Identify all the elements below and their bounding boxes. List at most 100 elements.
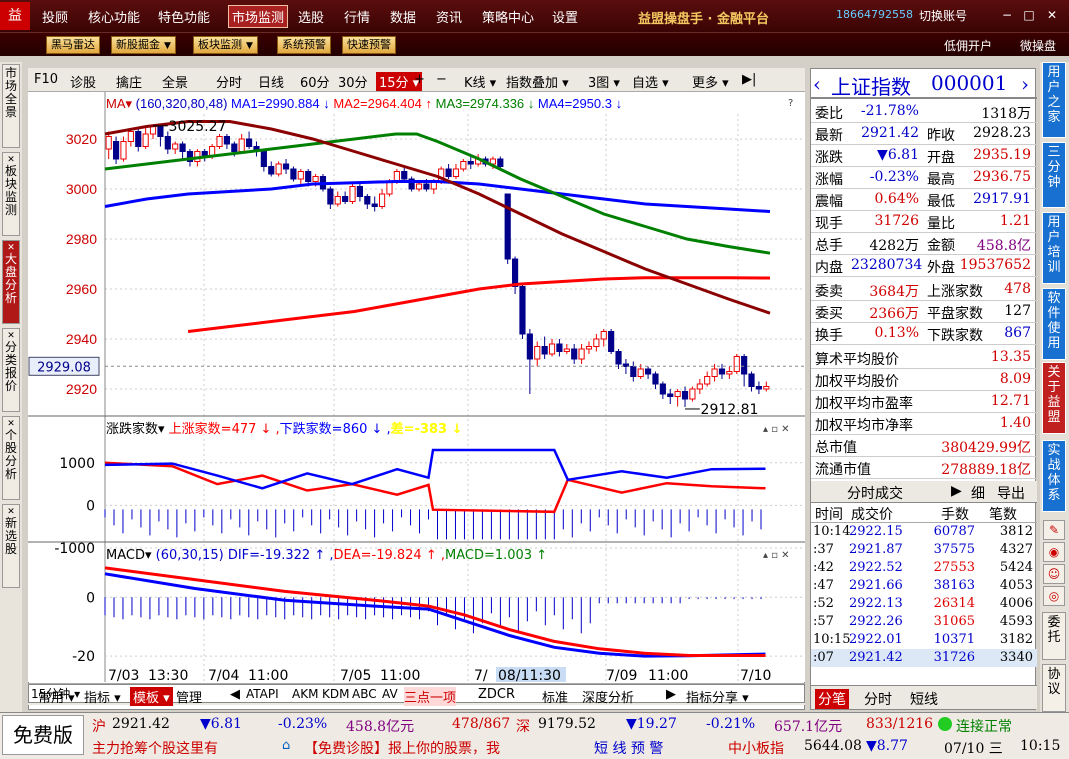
indicator-tab-highlight[interactable]: 三点一项: [404, 687, 457, 706]
chevron-left-icon[interactable]: ‹: [813, 72, 821, 96]
indicator-menu[interactable]: 模板 ▾: [130, 687, 173, 706]
feature-button[interactable]: 新股掘金 ▼: [111, 36, 176, 54]
panel-control-icons[interactable]: ▴ ▫ ✕: [763, 550, 790, 561]
layout-dropdown[interactable]: 3图 ▾: [588, 72, 620, 91]
chart-tool-button[interactable]: 全景: [162, 72, 188, 91]
quote-bottom-tab[interactable]: 短线: [907, 689, 941, 709]
menu-item[interactable]: 资讯: [436, 7, 462, 26]
feature-button[interactable]: 系统预警: [277, 36, 331, 54]
panel-control-icons[interactable]: ▴ ▫ ✕: [763, 424, 790, 435]
trade-row[interactable]: 10:14 2922.15 60787 3812: [811, 523, 1037, 541]
menu-item[interactable]: 核心功能: [88, 7, 140, 26]
side-promo-tab[interactable]: 用 户 之 家: [1042, 62, 1066, 138]
indicator-tab[interactable]: AKM: [292, 687, 318, 701]
short-warning-button[interactable]: 短 线 预 警: [594, 738, 663, 758]
menu-item[interactable]: 数据: [390, 7, 416, 26]
zoom-in-button[interactable]: +: [414, 72, 425, 87]
minimize-icon[interactable]: −: [1000, 8, 1014, 22]
quote-bottom-tab[interactable]: 分时: [861, 689, 895, 709]
macd-legend-name[interactable]: MACD▾: [106, 548, 156, 563]
indicator-tab[interactable]: 标准: [542, 687, 568, 706]
trade-row[interactable]: :47 2921.66 38163 4053: [811, 577, 1037, 595]
help-icon[interactable]: ?: [788, 98, 793, 109]
feature-button[interactable]: 快速预警: [342, 36, 396, 54]
kline-chart[interactable]: MA▾ (160,320,80,48) MA1=2990.884 ↓ MA2=2…: [28, 92, 805, 682]
overlay-dropdown[interactable]: 指数叠加 ▾: [506, 72, 569, 91]
user-icon[interactable]: ☺: [1043, 564, 1065, 584]
indicator-tab[interactable]: ABC: [352, 687, 377, 701]
more-dropdown[interactable]: 更多 ▾: [692, 72, 729, 91]
side-promo-tab[interactable]: 用 户 培 训: [1042, 212, 1066, 284]
trade-row[interactable]: :07 2921.42 31726 3340: [811, 649, 1037, 667]
indicator-menu[interactable]: 管理: [176, 687, 202, 706]
menu-item[interactable]: 策略中心: [482, 7, 534, 26]
period-button[interactable]: 分时: [216, 72, 242, 91]
micro-trade-link[interactable]: 微操盘: [1020, 37, 1056, 54]
ma-legend-name[interactable]: MA▾: [106, 96, 136, 111]
left-tab[interactable]: ✕ 分 类 报 价: [2, 328, 20, 412]
left-tab[interactable]: ✕ 板 块 监 测: [2, 152, 20, 236]
trade-volume: 10371: [933, 632, 975, 647]
menu-item[interactable]: 行情: [344, 7, 370, 26]
custom-dropdown[interactable]: 自选 ▾: [632, 72, 669, 91]
gear-icon[interactable]: ✎: [1043, 520, 1065, 540]
export-button[interactable]: 导出: [997, 483, 1025, 503]
trade-row[interactable]: :57 2922.26 31065 4593: [811, 613, 1037, 631]
feature-button[interactable]: 黑马雷达: [46, 36, 100, 54]
side-promo-tab[interactable]: 软 件 使 用: [1042, 288, 1066, 360]
trade-row[interactable]: 10:15 2922.01 10371 3182: [811, 631, 1037, 649]
period-button[interactable]: 30分: [338, 72, 368, 91]
marquee-text[interactable]: 主力抢筹个股这里有: [92, 738, 218, 758]
camera-icon[interactable]: ◎: [1043, 586, 1065, 606]
indicator-tab[interactable]: KDM: [322, 687, 349, 701]
indicator-tab[interactable]: ZDCR: [478, 687, 515, 702]
indicator-share-button[interactable]: 指标分享 ▾: [686, 687, 749, 706]
left-tab[interactable]: ✕ 大 盘 分 析: [2, 240, 20, 324]
side-action-tab[interactable]: 协 议: [1042, 664, 1066, 712]
indicator-menu[interactable]: 指标 ▾: [84, 687, 121, 706]
indicator-tab[interactable]: 深度分析: [582, 687, 634, 706]
menu-item[interactable]: 设置: [552, 7, 578, 26]
marquee-text[interactable]: 【免费诊股】报上你的股票，我: [304, 738, 500, 758]
close-icon[interactable]: ✕: [1045, 8, 1059, 22]
menu-item[interactable]: 特色功能: [158, 7, 210, 26]
quote-bottom-tab[interactable]: 分笔: [815, 689, 849, 709]
detail-button[interactable]: 细: [971, 483, 985, 503]
maximize-icon[interactable]: □: [1022, 8, 1036, 22]
side-promo-tab[interactable]: 实 战 体 系: [1042, 440, 1066, 512]
record-icon[interactable]: ◉: [1043, 542, 1065, 562]
chart-tool-button[interactable]: 诊股: [70, 72, 96, 91]
chevron-right-icon[interactable]: ▶: [666, 687, 676, 702]
left-tab[interactable]: ✕ 新 选 股: [2, 504, 20, 588]
switch-account-link[interactable]: 切换账号: [919, 7, 967, 24]
play-icon[interactable]: ▶: [951, 483, 962, 499]
low-commission-open-link[interactable]: 低佣开户: [944, 37, 992, 54]
kline-dropdown[interactable]: K线 ▾: [464, 72, 496, 91]
chevron-left-icon[interactable]: ◀: [230, 687, 240, 702]
trade-title[interactable]: 分时成交: [847, 483, 903, 503]
left-tab[interactable]: ✕ 个 股 分 析: [2, 416, 20, 500]
adv-legend-name[interactable]: 涨跌家数▾: [106, 421, 169, 437]
trade-row[interactable]: :42 2922.52 27553 5424: [811, 559, 1037, 577]
indicator-tab[interactable]: ATAPI: [246, 687, 279, 701]
menu-item[interactable]: 选股: [298, 7, 324, 26]
indicator-tab[interactable]: AV: [382, 687, 398, 701]
f10-button[interactable]: F10: [34, 72, 58, 87]
trade-row[interactable]: :37 2921.87 37575 4327: [811, 541, 1037, 559]
side-promo-tab[interactable]: 关 于 益 盟: [1042, 362, 1066, 434]
side-promo-tab[interactable]: 三 分 钟: [1042, 142, 1066, 208]
chevron-right-icon[interactable]: ›: [1021, 72, 1029, 96]
trade-row[interactable]: :52 2922.13 26314 4006: [811, 595, 1037, 613]
side-action-tab[interactable]: 委 托: [1042, 612, 1066, 660]
chart-tool-button[interactable]: 擒庄: [116, 72, 142, 91]
indicator-menu[interactable]: 常用 ▾: [38, 687, 75, 706]
menu-item[interactable]: 投顾: [42, 7, 68, 26]
period-button[interactable]: 60分: [300, 72, 330, 91]
zoom-out-button[interactable]: −: [436, 72, 447, 87]
left-tab[interactable]: 市 场 全 景: [2, 64, 20, 148]
feature-button[interactable]: 板块监测 ▼: [193, 36, 258, 54]
home-icon[interactable]: ⌂: [282, 738, 290, 753]
collapse-button[interactable]: ▶|: [742, 72, 756, 87]
menu-item[interactable]: 市场监测: [228, 5, 289, 28]
period-button[interactable]: 日线: [258, 72, 284, 91]
